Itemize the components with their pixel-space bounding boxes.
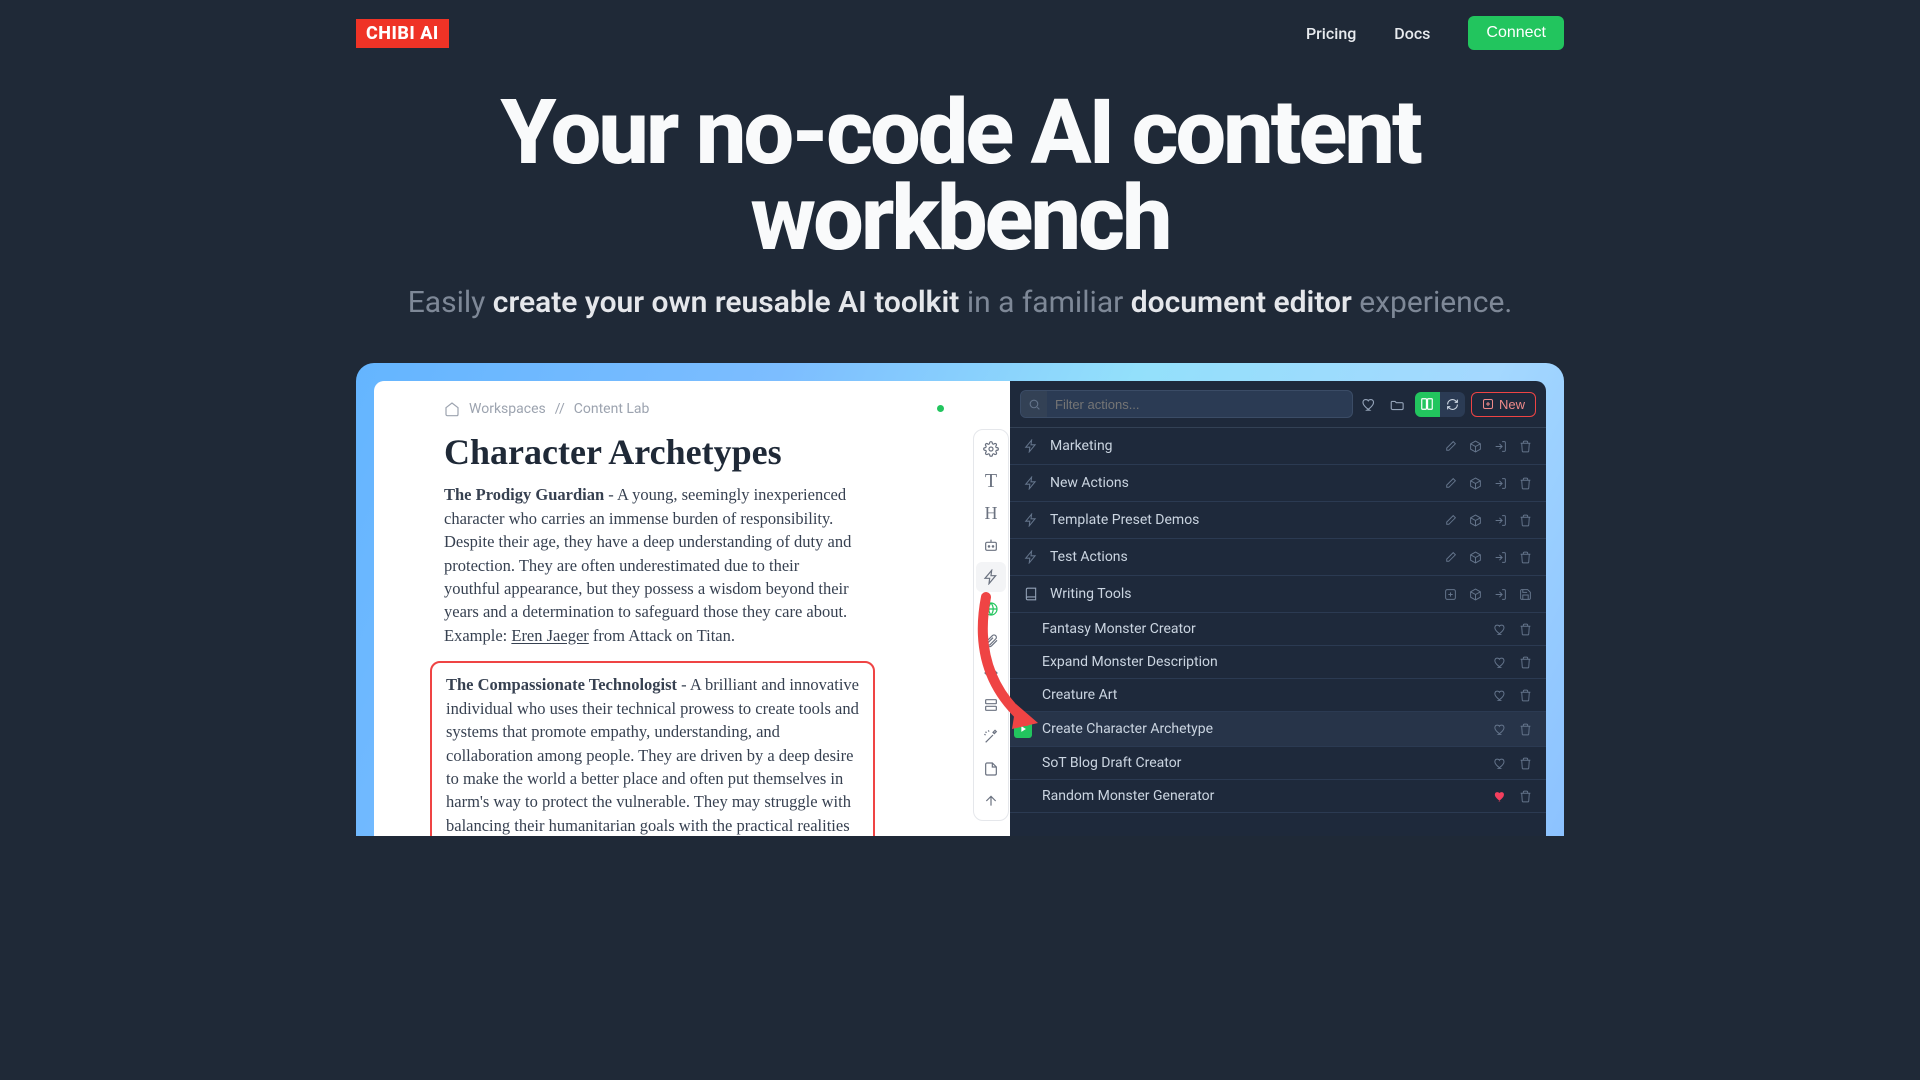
trash-icon[interactable] xyxy=(1519,757,1532,770)
breadcrumb-sep: // xyxy=(555,401,565,417)
trash-icon[interactable] xyxy=(1519,790,1532,803)
edit-icon[interactable] xyxy=(1444,551,1457,564)
add-icon[interactable] xyxy=(1444,588,1457,601)
tool-creature-art[interactable]: Creature Art xyxy=(1010,679,1546,712)
template-icon[interactable] xyxy=(976,690,1006,720)
refresh-icon[interactable] xyxy=(1440,392,1465,417)
text-tool-icon[interactable]: T xyxy=(976,466,1006,496)
connection-status-indicator xyxy=(937,405,944,412)
new-action-button[interactable]: New xyxy=(1471,392,1536,417)
filter-actions-input[interactable] xyxy=(1047,392,1352,417)
magic-wand-icon[interactable] xyxy=(976,722,1006,752)
import-icon[interactable] xyxy=(1494,514,1507,527)
folder-new-actions[interactable]: New Actions xyxy=(1010,465,1546,502)
folder-template-demos[interactable]: Template Preset Demos xyxy=(1010,502,1546,539)
folder-writing-tools[interactable]: Writing Tools xyxy=(1010,576,1546,613)
folder-test-actions[interactable]: Test Actions xyxy=(1010,539,1546,576)
heart-icon[interactable] xyxy=(1494,757,1507,770)
actions-panel: New Marketing New Actions xyxy=(1010,381,1546,836)
search-icon[interactable] xyxy=(1021,391,1047,417)
document-title[interactable]: Character Archetypes xyxy=(444,431,934,473)
tool-random-monster-generator[interactable]: Random Monster Generator xyxy=(1010,780,1546,813)
editor-pane: Workspaces // Content Lab Character Arch… xyxy=(374,381,972,836)
trash-icon[interactable] xyxy=(1519,551,1532,564)
settings-icon[interactable] xyxy=(976,434,1006,464)
attachment-icon[interactable] xyxy=(976,626,1006,656)
robot-icon[interactable] xyxy=(976,530,1006,560)
trash-icon[interactable] xyxy=(1519,514,1532,527)
layout-columns-icon[interactable] xyxy=(1415,392,1440,417)
nav-pricing[interactable]: Pricing xyxy=(1306,24,1356,43)
box-icon[interactable] xyxy=(1469,440,1482,453)
play-icon[interactable] xyxy=(1014,720,1032,738)
highlighted-paragraph: The Compassionate Technologist - A brill… xyxy=(430,661,875,836)
home-icon[interactable] xyxy=(444,401,460,417)
import-icon[interactable] xyxy=(1494,551,1507,564)
heading-icon[interactable]: H xyxy=(976,498,1006,528)
heart-icon[interactable] xyxy=(1494,689,1507,702)
box-icon[interactable] xyxy=(1469,477,1482,490)
hero-subtitle: Easily create your own reusable AI toolk… xyxy=(356,283,1564,324)
import-icon[interactable] xyxy=(1494,588,1507,601)
brand-logo[interactable]: CHIBI AI xyxy=(356,19,449,48)
edit-icon[interactable] xyxy=(1444,514,1457,527)
edit-icon[interactable] xyxy=(1444,440,1457,453)
tool-fantasy-monster-creator[interactable]: Fantasy Monster Creator xyxy=(1010,613,1546,646)
box-icon[interactable] xyxy=(1469,588,1482,601)
import-icon[interactable] xyxy=(1494,477,1507,490)
heart-icon[interactable] xyxy=(1494,790,1507,803)
breadcrumb-lab[interactable]: Content Lab xyxy=(574,401,650,417)
bolt-icon[interactable] xyxy=(976,562,1006,592)
document-body[interactable]: The Prodigy Guardian - A young, seemingl… xyxy=(444,483,934,836)
hero-title: Your no-code AI content workbench xyxy=(356,90,1564,263)
box-icon[interactable] xyxy=(1469,551,1482,564)
trash-icon[interactable] xyxy=(1519,689,1532,702)
tool-rail: T H xyxy=(972,381,1010,836)
nav-docs[interactable]: Docs xyxy=(1394,24,1430,43)
favorite-filter-icon[interactable] xyxy=(1359,393,1381,415)
connect-button[interactable]: Connect xyxy=(1468,16,1564,50)
heart-icon[interactable] xyxy=(1494,723,1507,736)
folder-marketing[interactable]: Marketing xyxy=(1010,428,1546,465)
edit-icon[interactable] xyxy=(1444,477,1457,490)
arrows-icon[interactable] xyxy=(976,658,1006,688)
breadcrumb-workspaces[interactable]: Workspaces xyxy=(469,401,546,417)
trash-icon[interactable] xyxy=(1519,477,1532,490)
heart-icon[interactable] xyxy=(1494,623,1507,636)
box-icon[interactable] xyxy=(1469,514,1482,527)
tool-expand-monster-description[interactable]: Expand Monster Description xyxy=(1010,646,1546,679)
note-icon[interactable] xyxy=(976,754,1006,784)
trash-icon[interactable] xyxy=(1519,623,1532,636)
folder-open-icon[interactable] xyxy=(1387,393,1409,415)
trash-icon[interactable] xyxy=(1519,656,1532,669)
heart-icon[interactable] xyxy=(1494,656,1507,669)
p2-title: The Compassionate Technologist xyxy=(446,675,677,694)
tool-create-character-archetype[interactable]: Create Character Archetype xyxy=(1010,712,1546,747)
globe-icon[interactable] xyxy=(976,594,1006,624)
p1-title: The Prodigy Guardian xyxy=(444,485,604,504)
upload-icon[interactable] xyxy=(976,786,1006,816)
trash-icon[interactable] xyxy=(1519,723,1532,736)
import-icon[interactable] xyxy=(1494,440,1507,453)
trash-icon[interactable] xyxy=(1519,440,1532,453)
save-icon[interactable] xyxy=(1519,588,1532,601)
breadcrumb: Workspaces // Content Lab xyxy=(444,401,934,417)
tool-sot-blog-draft-creator[interactable]: SoT Blog Draft Creator xyxy=(1010,747,1546,780)
